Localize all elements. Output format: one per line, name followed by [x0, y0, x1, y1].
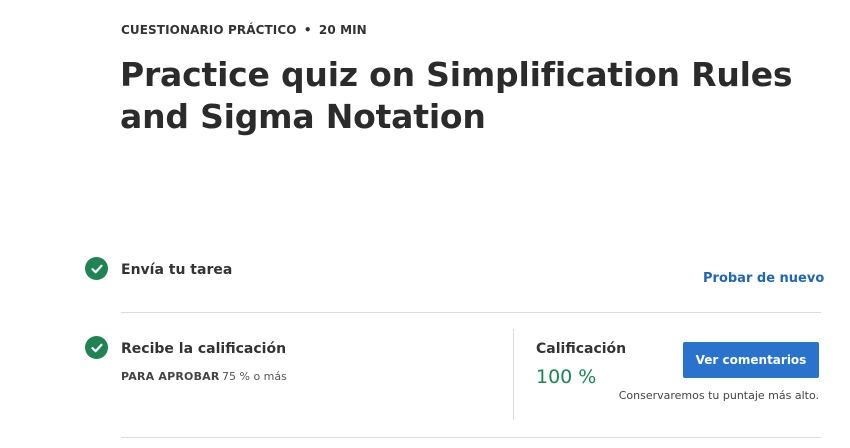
view-feedback-button[interactable]: Ver comentarios: [683, 342, 819, 378]
check-circle-icon: [85, 336, 108, 359]
step-grade-label: Recibe la calificación: [121, 341, 287, 357]
page-title: Practice quiz on Simplification Rules an…: [120, 55, 793, 136]
section-divider: [121, 437, 821, 438]
step-submit-label: Envía tu tarea: [121, 262, 233, 278]
quiz-duration: 20 MIN: [318, 23, 367, 37]
quiz-eyebrow: CUESTIONARIO PRÁCTICO • 20 MIN: [121, 23, 367, 37]
vertical-divider: [513, 329, 514, 420]
quiz-type: CUESTIONARIO PRÁCTICO: [121, 23, 297, 37]
pass-requirement-value: 75 % o más: [222, 370, 287, 383]
try-again-button[interactable]: Probar de nuevo: [703, 271, 824, 286]
grade-value: 100 %: [536, 366, 597, 388]
section-divider: [121, 312, 821, 313]
pass-requirement-label: PARA APROBAR: [121, 370, 220, 383]
grade-label: Calificación: [536, 341, 627, 357]
highest-score-note: Conservaremos tu puntaje más alto.: [618, 389, 819, 402]
eyebrow-separator: •: [303, 23, 312, 37]
check-circle-icon: [85, 257, 108, 280]
